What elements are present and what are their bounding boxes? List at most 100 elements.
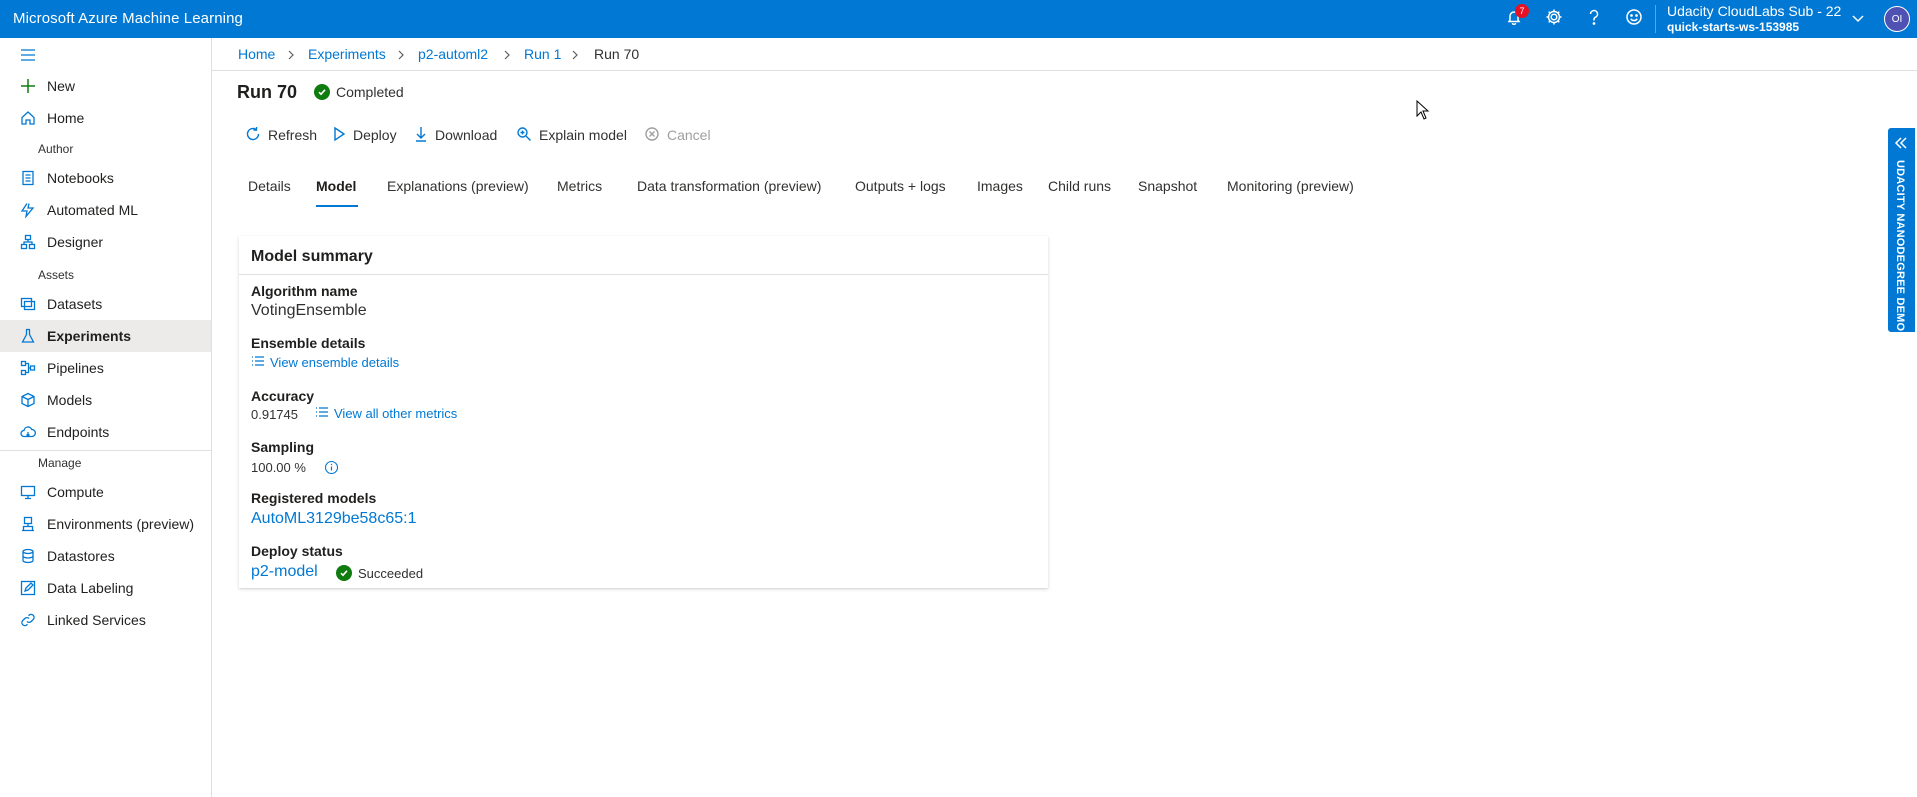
sidebar-item-datastores[interactable]: Datastores	[0, 540, 211, 572]
sidebar-item-label: Models	[47, 392, 93, 408]
sidebar-item-designer[interactable]: Designer	[0, 226, 211, 258]
magnifier-icon	[516, 126, 532, 145]
sidebar-item-label: Automated ML	[47, 202, 139, 218]
account-subscription: Udacity CloudLabs Sub - 22	[1667, 3, 1842, 19]
plus-icon	[20, 78, 36, 94]
tab-snapshot[interactable]: Snapshot	[1138, 178, 1197, 194]
sidebar-item-label: Linked Services	[47, 612, 146, 628]
sidebar-item-label: Compute	[47, 484, 104, 500]
sidebar-item-home[interactable]: Home	[0, 102, 211, 134]
gear-icon	[1545, 8, 1563, 31]
cancel-label: Cancel	[667, 127, 711, 143]
download-button[interactable]: Download	[414, 124, 497, 146]
udacity-demo-banner[interactable]: UDACITY NANODEGREE DEMO	[1888, 128, 1915, 332]
sidebar-item-label: Designer	[47, 234, 104, 250]
database-icon	[20, 548, 36, 564]
model-summary-card: Model summary Algorithm name VotingEnsem…	[239, 236, 1048, 588]
sidebar-item-label: New	[47, 78, 76, 94]
view-all-metrics-text: View all other metrics	[334, 406, 458, 421]
sampling-value: 100.00 %	[251, 460, 306, 475]
check-circle-icon	[336, 565, 352, 581]
link-icon	[20, 612, 36, 628]
deploy-button[interactable]: Deploy	[332, 124, 397, 146]
sidebar-item-notebooks[interactable]: Notebooks	[0, 162, 211, 194]
tab-model[interactable]: Model	[316, 178, 356, 194]
breadcrumb-home[interactable]: Home	[238, 46, 275, 62]
settings-button[interactable]	[1542, 7, 1566, 31]
registered-model-link[interactable]: AutoML3129be58c65:1	[251, 510, 416, 528]
accuracy-label: Accuracy	[251, 388, 315, 404]
explain-model-button[interactable]: Explain model	[516, 124, 627, 146]
status-text: Completed	[336, 84, 404, 100]
chevron-right-icon	[396, 48, 406, 66]
dataset-icon	[20, 296, 36, 312]
sidebar-item-environments[interactable]: Environments (preview)	[0, 508, 211, 540]
status-badge: Completed	[314, 84, 404, 100]
account-workspace: quick-starts-ws-153985	[1667, 19, 1800, 34]
deploy-status-badge: Succeeded	[336, 565, 423, 581]
page-title: Run 70	[237, 82, 298, 102]
tab-data-transformation[interactable]: Data transformation (preview)	[637, 178, 821, 194]
notification-count-badge: 7	[1515, 4, 1529, 18]
flask-icon	[20, 328, 36, 344]
sidebar: New Home Author Notebooks Automated ML D…	[0, 38, 212, 797]
deployed-model-link[interactable]: p2-model	[251, 563, 318, 581]
tab-monitoring[interactable]: Monitoring (preview)	[1227, 178, 1354, 194]
app-title[interactable]: Microsoft Azure Machine Learning	[13, 10, 243, 27]
tab-explanations[interactable]: Explanations (preview)	[387, 178, 529, 194]
sidebar-item-endpoints[interactable]: Endpoints	[0, 416, 211, 448]
sidebar-item-models[interactable]: Models	[0, 384, 211, 416]
sidebar-item-data-labeling[interactable]: Data Labeling	[0, 572, 211, 604]
section-manage-heading: Manage	[38, 456, 82, 470]
sidebar-item-label: Pipelines	[47, 360, 104, 376]
tab-outputs-logs[interactable]: Outputs + logs	[855, 178, 946, 194]
sidebar-item-pipelines[interactable]: Pipelines	[0, 352, 211, 384]
notebook-icon	[20, 170, 36, 186]
download-label: Download	[435, 127, 498, 143]
sidebar-item-label: Notebooks	[47, 170, 114, 186]
breadcrumb-experiments[interactable]: Experiments	[308, 46, 386, 62]
sidebar-item-compute[interactable]: Compute	[0, 476, 211, 508]
hamburger-menu-button[interactable]	[20, 48, 36, 67]
cloud-icon	[20, 424, 36, 440]
card-divider	[239, 274, 1048, 275]
sidebar-item-linked-services[interactable]: Linked Services	[0, 604, 211, 636]
cancel-button[interactable]: Cancel	[644, 124, 711, 146]
sidebar-item-experiments[interactable]: Experiments	[0, 320, 211, 352]
info-icon[interactable]	[324, 460, 339, 475]
tab-metrics[interactable]: Metrics	[557, 178, 602, 194]
play-icon	[332, 126, 346, 145]
ensemble-details-label: Ensemble details	[251, 335, 366, 351]
registered-models-label: Registered models	[251, 490, 377, 506]
tab-images[interactable]: Images	[977, 178, 1023, 194]
breadcrumb-parent-run[interactable]: Run 1	[524, 46, 561, 62]
algorithm-name-value: VotingEnsemble	[251, 302, 367, 319]
breadcrumb-experiment-name[interactable]: p2-automl2	[418, 46, 488, 62]
view-ensemble-details-link[interactable]: View ensemble details	[251, 355, 399, 370]
help-button[interactable]	[1582, 7, 1606, 31]
topbar-divider	[1655, 5, 1656, 33]
sidebar-item-automated-ml[interactable]: Automated ML	[0, 194, 211, 226]
tab-child-runs[interactable]: Child runs	[1048, 178, 1111, 194]
double-chevron-left-icon	[1894, 136, 1908, 155]
deploy-status-label: Deploy status	[251, 543, 343, 559]
chevron-down-icon	[1851, 11, 1865, 30]
feedback-button[interactable]	[1622, 7, 1646, 31]
sidebar-item-datasets[interactable]: Datasets	[0, 288, 211, 320]
section-assets-heading: Assets	[38, 268, 75, 282]
account-dropdown-button[interactable]	[1846, 8, 1870, 32]
avatar[interactable]: OI	[1884, 6, 1910, 32]
refresh-button[interactable]: Refresh	[245, 124, 317, 146]
cube-icon	[20, 392, 36, 408]
account-switcher[interactable]: Udacity CloudLabs Sub - 22 quick-starts-…	[1667, 3, 1841, 34]
list-icon	[315, 406, 329, 421]
list-icon	[251, 355, 265, 370]
tab-details[interactable]: Details	[248, 178, 291, 194]
view-all-metrics-link[interactable]: View all other metrics	[315, 406, 457, 421]
cancel-icon	[644, 126, 660, 145]
sidebar-item-new[interactable]: New	[0, 70, 211, 102]
hamburger-icon	[20, 49, 36, 66]
notifications-button[interactable]: 7	[1502, 4, 1529, 31]
section-author-heading: Author	[38, 142, 74, 156]
pipeline-icon	[20, 360, 36, 376]
